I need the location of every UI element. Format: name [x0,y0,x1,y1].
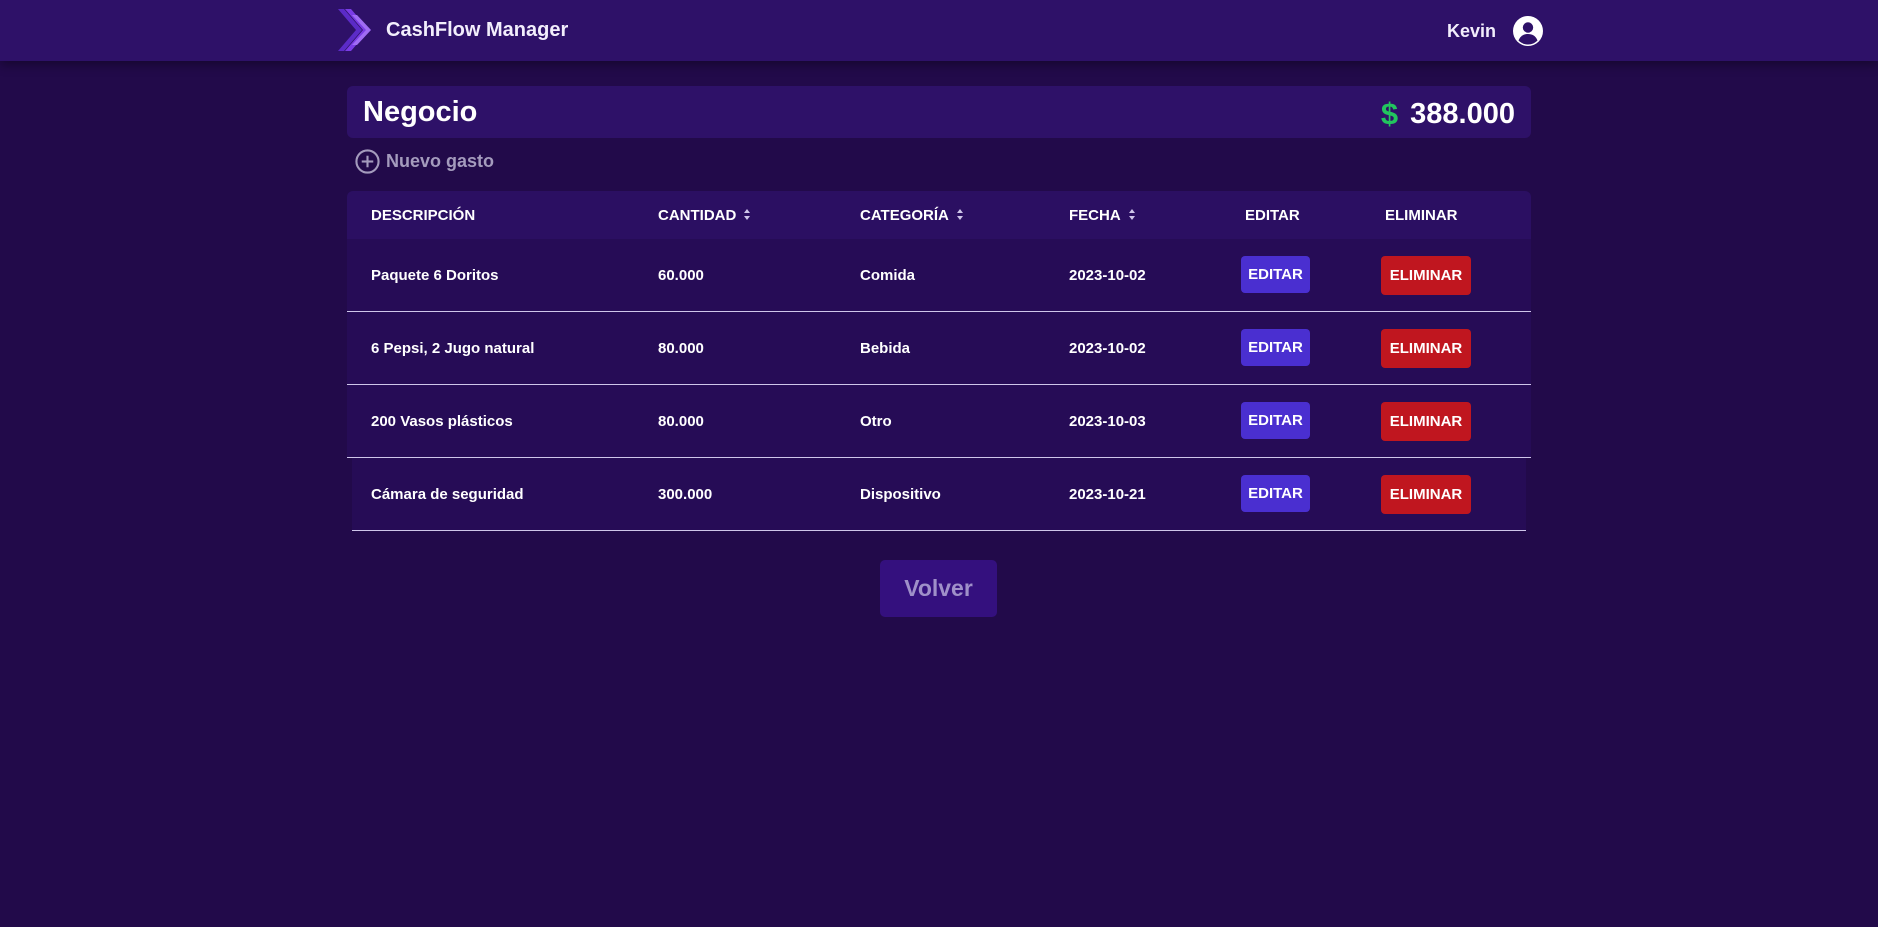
user-menu[interactable]: Kevin [1447,14,1544,48]
header-amount[interactable]: CANTIDAD [658,191,751,239]
brand[interactable]: CashFlow Manager [334,5,568,55]
header-date[interactable]: FECHA [1069,191,1135,239]
table-header: DESCRIPCIÓN CANTIDAD CATEGORÍA FECHA EDI… [347,191,1531,239]
sort-icon[interactable] [956,209,963,221]
app-title: CashFlow Manager [386,18,569,41]
cell-amount: 60.000 [658,266,704,284]
sort-icon[interactable] [1128,209,1135,221]
new-expense-label: Nuevo gasto [386,150,495,171]
cell-date: 2023-10-02 [1069,339,1146,357]
budget-header: Negocio $ 388.000 [347,86,1531,138]
cell-amount: 80.000 [658,412,704,430]
header-category-label: CATEGORÍA [860,206,949,224]
new-expense-button[interactable]: Nuevo gasto [349,148,494,174]
delete-button[interactable]: ELIMINAR [1381,256,1471,295]
expenses-table: DESCRIPCIÓN CANTIDAD CATEGORÍA FECHA EDI… [347,191,1531,531]
cell-date: 2023-10-21 [1069,485,1146,503]
cell-category: Dispositivo [860,485,941,503]
header-date-label: FECHA [1069,206,1121,224]
edit-button[interactable]: EDITAR [1241,256,1310,293]
header-amount-label: CANTIDAD [658,206,737,224]
delete-button[interactable]: ELIMINAR [1381,475,1471,514]
delete-button[interactable]: ELIMINAR [1381,329,1471,368]
table-row: 200 Vasos plásticos 80.000 Otro 2023-10-… [347,385,1531,458]
user-circle-icon[interactable] [1512,15,1544,47]
top-navbar: CashFlow Manager Kevin [0,0,1878,61]
budget-title: Negocio [363,96,478,128]
table-row: Cámara de seguridad 300.000 Dispositivo … [352,458,1526,531]
edit-button[interactable]: EDITAR [1241,329,1310,366]
cell-category: Bebida [860,339,911,357]
header-delete-label: ELIMINAR [1385,206,1458,224]
cell-amount: 80.000 [658,339,704,357]
edit-button[interactable]: EDITAR [1241,402,1310,439]
header-edit: EDITAR [1245,191,1300,239]
cell-amount: 300.000 [658,485,713,503]
cell-category: Comida [860,266,916,284]
delete-button[interactable]: ELIMINAR [1381,402,1471,441]
user-name: Kevin [1446,20,1496,41]
cell-date: 2023-10-02 [1069,266,1146,284]
plus-circle-icon [355,148,380,174]
header-description-label: DESCRIPCIÓN [371,206,476,224]
cell-description: Paquete 6 Doritos [371,266,499,284]
table-row: 6 Pepsi, 2 Jugo natural 80.000 Bebida 20… [347,312,1531,385]
edit-button[interactable]: EDITAR [1241,475,1310,512]
back-button[interactable]: Volver [880,560,997,617]
dollar-icon: $ [1380,96,1399,131]
table-row: Paquete 6 Doritos 60.000 Comida 2023-10-… [347,239,1531,312]
header-category[interactable]: CATEGORÍA [860,191,963,239]
budget-total: $ 388.000 [1381,96,1515,132]
sort-icon[interactable] [744,209,751,221]
header-edit-label: EDITAR [1245,206,1300,224]
budget-total-value: 388.000 [1410,97,1515,130]
header-description: DESCRIPCIÓN [371,191,475,239]
cell-description: 200 Vasos plásticos [371,412,513,430]
cell-description: Cámara de seguridad [371,485,524,503]
cell-date: 2023-10-03 [1069,412,1146,430]
chevron-stack-logo-icon [334,7,376,53]
cell-category: Otro [860,412,892,430]
cell-description: 6 Pepsi, 2 Jugo natural [371,339,535,357]
header-delete: ELIMINAR [1385,191,1458,239]
